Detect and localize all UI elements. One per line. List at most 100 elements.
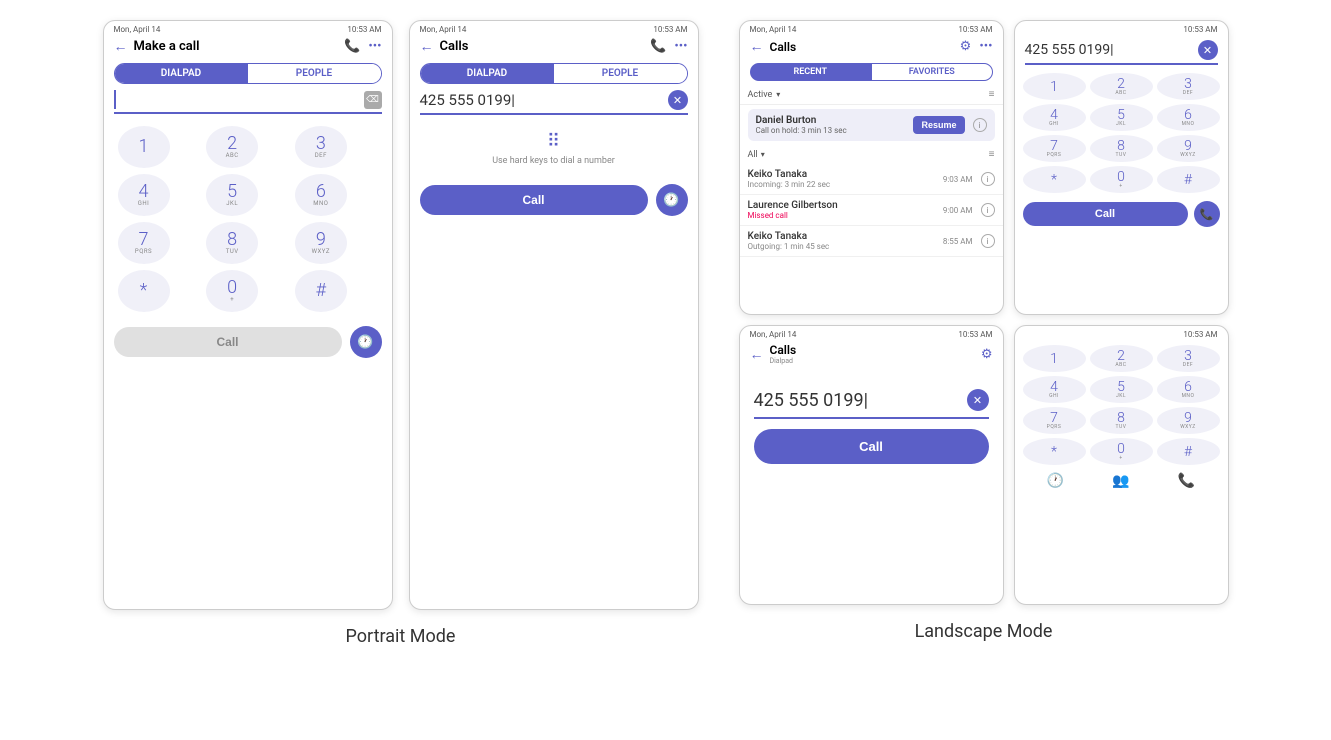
info-icon-1[interactable]: i: [981, 203, 995, 217]
filter-icon[interactable]: ≡: [989, 89, 995, 100]
frame1-input-container: | ⌫: [114, 90, 382, 114]
ls-key-1[interactable]: 1: [1023, 73, 1086, 100]
info-icon-0[interactable]: i: [981, 172, 995, 186]
frame2-datetime: Mon, April 14 10:53 AM: [410, 21, 698, 34]
active-call-card: Daniel Burton Call on hold: 3 min 13 sec…: [748, 109, 995, 141]
back-arrow-icon[interactable]: ←: [114, 38, 128, 55]
ls-key-9[interactable]: 9WXYZ: [1157, 135, 1220, 162]
contacts-icon[interactable]: 👥: [1112, 473, 1129, 489]
main-container: Mon, April 14 10:53 AM ← Make a call 📞 •…: [20, 20, 1311, 647]
more-dots-icon[interactable]: •••: [979, 39, 992, 54]
ls-b-key-3[interactable]: 3DEF: [1157, 345, 1220, 372]
ls-b-key-hash[interactable]: #: [1157, 438, 1220, 465]
call-item-1-left: Laurence Gilbertson Missed call: [748, 200, 838, 220]
dialpad-icon: ⠿: [420, 131, 688, 152]
ls-top-phone-icon-btn[interactable]: 📞: [1194, 201, 1220, 227]
ls-bottom-back-icon[interactable]: ←: [750, 346, 764, 363]
frame1-datetime: Mon, April 14 10:53 AM: [104, 21, 392, 34]
history-btn-1[interactable]: 🕐: [350, 326, 382, 358]
recent-tab[interactable]: RECENT: [750, 63, 872, 81]
resume-button[interactable]: Resume: [913, 116, 964, 134]
frame1-dial-input[interactable]: |: [114, 90, 364, 109]
ls-key-5[interactable]: 5JKL: [1090, 104, 1153, 131]
tab-dialpad-1[interactable]: DIALPAD: [115, 64, 248, 83]
key-1[interactable]: 1: [118, 126, 170, 168]
chevron-down-icon[interactable]: ▾: [776, 90, 780, 99]
ls-bottom-calls-time: 10:53 AM: [958, 330, 992, 339]
call-button-1[interactable]: Call: [114, 327, 342, 357]
ls-b-key-9[interactable]: 9WXYZ: [1157, 407, 1220, 434]
ls-key-4[interactable]: 4GHI: [1023, 104, 1086, 131]
key-7[interactable]: 7PQRS: [118, 222, 170, 264]
ls-key-8[interactable]: 8TUV: [1090, 135, 1153, 162]
key-4[interactable]: 4GHI: [118, 174, 170, 216]
key-2[interactable]: 2ABC: [206, 126, 258, 168]
frame1-date: Mon, April 14: [114, 25, 161, 34]
landscape-calls-top: Mon, April 14 10:53 AM ← Calls ⚙ ••• REC…: [739, 20, 1004, 315]
tab-people-1[interactable]: PEOPLE: [248, 64, 381, 83]
all-chevron-icon[interactable]: ▾: [761, 150, 765, 159]
ls-top-dial-input[interactable]: 425 555 0199|: [1025, 42, 1198, 58]
more-icon-2[interactable]: •••: [674, 39, 687, 54]
active-caller-name: Daniel Burton: [756, 115, 847, 126]
ls-key-star[interactable]: *: [1023, 166, 1086, 193]
ls-key-0[interactable]: 0+: [1090, 166, 1153, 193]
key-star[interactable]: *: [118, 270, 170, 312]
ls-b-key-4[interactable]: 4GHI: [1023, 376, 1086, 403]
frame1-bottom: Call 🕐: [104, 318, 392, 366]
call-item-2-left: Keiko Tanaka Outgoing: 1 min 45 sec: [748, 231, 830, 251]
portrait-frames: Mon, April 14 10:53 AM ← Make a call 📞 •…: [103, 20, 699, 610]
ls-b-key-star[interactable]: *: [1023, 438, 1086, 465]
ls-key-2[interactable]: 2ABC: [1090, 73, 1153, 100]
info-icon-2[interactable]: i: [981, 234, 995, 248]
ls-b-key-1[interactable]: 1: [1023, 345, 1086, 372]
ls-b-key-8[interactable]: 8TUV: [1090, 407, 1153, 434]
history-btn-2[interactable]: 🕐: [656, 184, 688, 216]
frame2-time: 10:53 AM: [653, 25, 687, 34]
ls-b-key-2[interactable]: 2ABC: [1090, 345, 1153, 372]
phone-icon-bottom[interactable]: 📞: [1178, 473, 1195, 489]
key-6[interactable]: 6MNO: [295, 174, 347, 216]
phone-icon-2[interactable]: 📞: [650, 39, 666, 54]
key-8[interactable]: 8TUV: [206, 222, 258, 264]
key-9[interactable]: 9WXYZ: [295, 222, 347, 264]
call-button-2[interactable]: Call: [420, 185, 648, 215]
ls-b-key-5[interactable]: 5JKL: [1090, 376, 1153, 403]
clear-btn-2[interactable]: ✕: [668, 90, 688, 110]
settings-icon[interactable]: ⚙: [960, 39, 972, 54]
ls-back-icon[interactable]: ←: [750, 38, 764, 55]
ls-bottom-call-btn[interactable]: Call: [754, 429, 989, 464]
favorites-tab[interactable]: FAVORITES: [871, 63, 993, 81]
more-icon[interactable]: •••: [368, 39, 381, 54]
history-icon[interactable]: 🕐: [1047, 473, 1064, 489]
call-name-1: Laurence Gilbertson: [748, 200, 838, 211]
settings-icon-2[interactable]: ⚙: [981, 347, 993, 362]
tab-dialpad-2[interactable]: DIALPAD: [421, 64, 554, 83]
ls-key-6[interactable]: 6MNO: [1157, 104, 1220, 131]
ls-bottom-dp-time-row: 10:53 AM: [1015, 326, 1228, 339]
ls-b-key-6[interactable]: 6MNO: [1157, 376, 1220, 403]
phone-icon[interactable]: 📞: [344, 39, 360, 54]
call-item-1-right: 9:00 AM i: [943, 203, 995, 217]
clear-btn-1[interactable]: ⌫: [364, 91, 382, 109]
key-5[interactable]: 5JKL: [206, 174, 258, 216]
ls-top-call-btn[interactable]: Call: [1023, 202, 1188, 226]
all-filter-icon[interactable]: ≡: [989, 149, 995, 160]
ls-bottom-clear-btn[interactable]: ✕: [967, 389, 989, 411]
ls-top-clear-btn[interactable]: ✕: [1198, 40, 1218, 60]
portrait-label: Portrait Mode: [346, 626, 456, 647]
back-arrow-icon-2[interactable]: ←: [420, 38, 434, 55]
portrait-frame2-group: Mon, April 14 10:53 AM ← Calls 📞 ••• DIA…: [409, 20, 699, 610]
ls-key-hash[interactable]: #: [1157, 166, 1220, 193]
info-icon-active[interactable]: i: [973, 118, 987, 132]
tab-people-2[interactable]: PEOPLE: [554, 64, 687, 83]
key-3[interactable]: 3DEF: [295, 126, 347, 168]
ls-key-3[interactable]: 3DEF: [1157, 73, 1220, 100]
key-0[interactable]: 0+: [206, 270, 258, 312]
frame2-dial-input[interactable]: 425 555 0199|: [420, 91, 668, 109]
frame1-dialpad: 1 2ABC 3DEF 4GHI 5JKL 6MNO 7PQRS 8TUV 9W…: [104, 120, 392, 318]
ls-key-7[interactable]: 7PQRS: [1023, 135, 1086, 162]
ls-b-key-7[interactable]: 7PQRS: [1023, 407, 1086, 434]
ls-b-key-0[interactable]: 0+: [1090, 438, 1153, 465]
key-hash[interactable]: #: [295, 270, 347, 312]
